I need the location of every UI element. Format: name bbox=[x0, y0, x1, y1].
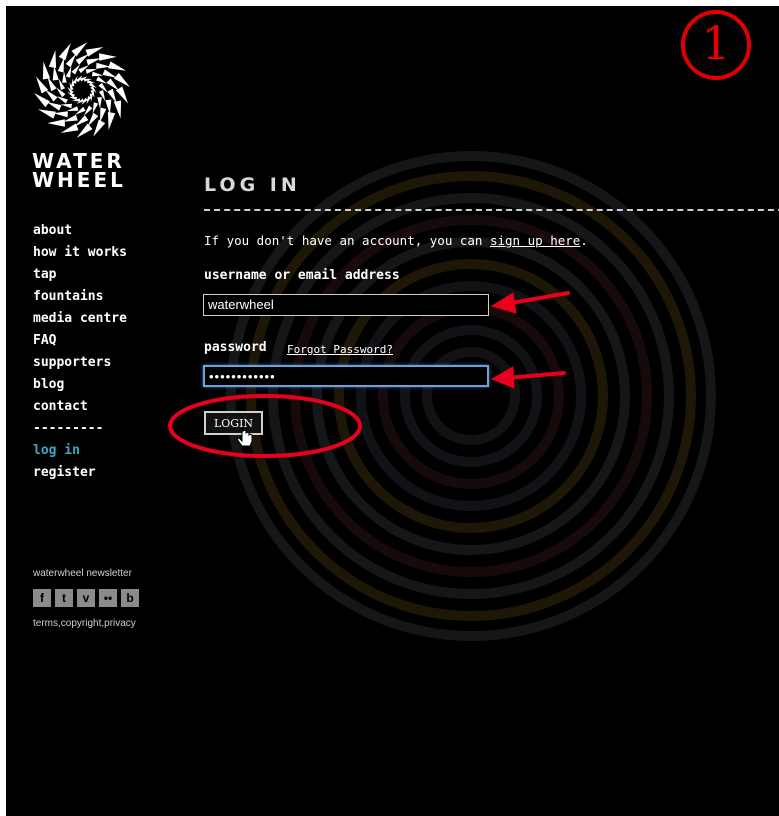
password-input[interactable]: •••••••••••• bbox=[203, 365, 489, 387]
logo-arrow-mark bbox=[99, 53, 117, 61]
logo-arrow-mark bbox=[113, 100, 122, 119]
brand-wordmark[interactable]: WATER WHEEL bbox=[32, 151, 126, 192]
logo-arrow-mark bbox=[92, 102, 99, 114]
step-number-badge: 1 bbox=[681, 10, 751, 80]
nav-item-fountains[interactable]: fountains bbox=[33, 286, 127, 308]
logo-arrow-mark bbox=[34, 93, 50, 108]
nav-item-supporters[interactable]: supporters bbox=[33, 352, 127, 374]
nav-item-blog[interactable]: blog bbox=[33, 374, 127, 396]
logo-arrow-mark bbox=[62, 71, 67, 83]
password-label: password bbox=[204, 340, 267, 355]
waterwheel-logo[interactable] bbox=[28, 18, 136, 148]
nav-separator: --------- bbox=[33, 421, 104, 436]
flickr-icon[interactable]: •• bbox=[99, 589, 117, 607]
username-label: username or email address bbox=[204, 268, 400, 283]
signup-link[interactable]: sign up here bbox=[490, 233, 580, 248]
login-button[interactable]: LOGIN bbox=[204, 411, 263, 435]
logo-arrow-mark bbox=[42, 61, 51, 80]
logo-arrow-mark bbox=[56, 96, 68, 104]
signup-intro-period: . bbox=[580, 233, 588, 248]
nav-item-log-in[interactable]: log in bbox=[33, 440, 127, 462]
logo-arrow-mark bbox=[47, 119, 65, 127]
logo-arrow-mark bbox=[38, 109, 56, 119]
logo-arrow-mark bbox=[58, 43, 71, 61]
logo-arrow-mark bbox=[52, 65, 59, 81]
logo-arrow-mark bbox=[108, 61, 126, 71]
main-nav: about how it works tap fountains media c… bbox=[33, 220, 127, 484]
logo-arrow-mark bbox=[57, 57, 64, 73]
logo-arrow-mark bbox=[87, 79, 96, 84]
logo-arrow-mark bbox=[106, 78, 119, 91]
facebook-icon[interactable]: f bbox=[33, 589, 51, 607]
nav-item-tap[interactable]: tap bbox=[33, 264, 127, 286]
logo-arrow-mark bbox=[97, 97, 102, 109]
logo-arrow-mark bbox=[102, 69, 117, 78]
social-links: f t v •• b bbox=[33, 589, 139, 607]
twitter-icon[interactable]: t bbox=[55, 589, 73, 607]
logo-arrow-mark bbox=[87, 112, 99, 127]
logo-arrow-mark bbox=[68, 96, 77, 101]
logo-arrow-mark bbox=[60, 103, 72, 109]
newsletter-link[interactable]: waterwheel newsletter bbox=[33, 568, 132, 579]
logo-arrow-mark bbox=[45, 89, 58, 102]
nav-item-contact[interactable]: contact bbox=[33, 396, 127, 418]
logo-arrow-mark bbox=[114, 72, 130, 87]
logo-arrow-mark bbox=[75, 53, 89, 65]
logo-arrow-mark bbox=[93, 119, 106, 137]
logo-arrow-mark bbox=[105, 99, 112, 115]
logo-arrow-mark bbox=[65, 53, 77, 68]
nav-item-media-centre[interactable]: media centre bbox=[33, 308, 127, 330]
title-divider bbox=[204, 209, 779, 211]
logo-arrow-mark bbox=[92, 71, 104, 77]
logo-arrow-mark bbox=[75, 115, 89, 127]
page-title: LOG IN bbox=[204, 174, 301, 196]
logo-arrow-mark bbox=[107, 112, 116, 130]
signup-intro-text: If you don't have an account, you can bbox=[204, 233, 490, 248]
brand-line-2: WHEEL bbox=[32, 168, 126, 192]
logo-arrow-mark bbox=[76, 123, 93, 138]
nav-item-how-it-works[interactable]: how it works bbox=[33, 242, 127, 264]
logo-arrow-mark bbox=[100, 107, 107, 123]
logo-arrow-mark bbox=[65, 66, 72, 78]
page-frame: WATER WHEEL about how it works tap fount… bbox=[6, 6, 779, 816]
nav-item-about[interactable]: about bbox=[33, 220, 127, 242]
nav-item-register[interactable]: register bbox=[33, 462, 127, 484]
legal-links[interactable]: terms,copyright,privacy bbox=[33, 618, 136, 629]
signup-intro: If you don't have an account, you can si… bbox=[204, 233, 588, 248]
username-input[interactable]: waterwheel bbox=[203, 294, 489, 316]
nav-item-faq[interactable]: FAQ bbox=[33, 330, 127, 352]
logo-arrow-mark bbox=[48, 50, 57, 68]
forgot-password-link[interactable]: Forgot Password? bbox=[287, 343, 393, 356]
vimeo-icon[interactable]: v bbox=[77, 589, 95, 607]
logo-arrow-mark bbox=[47, 102, 62, 111]
blogger-icon[interactable]: b bbox=[121, 589, 139, 607]
logo-arrow-mark bbox=[96, 76, 108, 84]
logo-arrow-mark bbox=[71, 42, 88, 57]
